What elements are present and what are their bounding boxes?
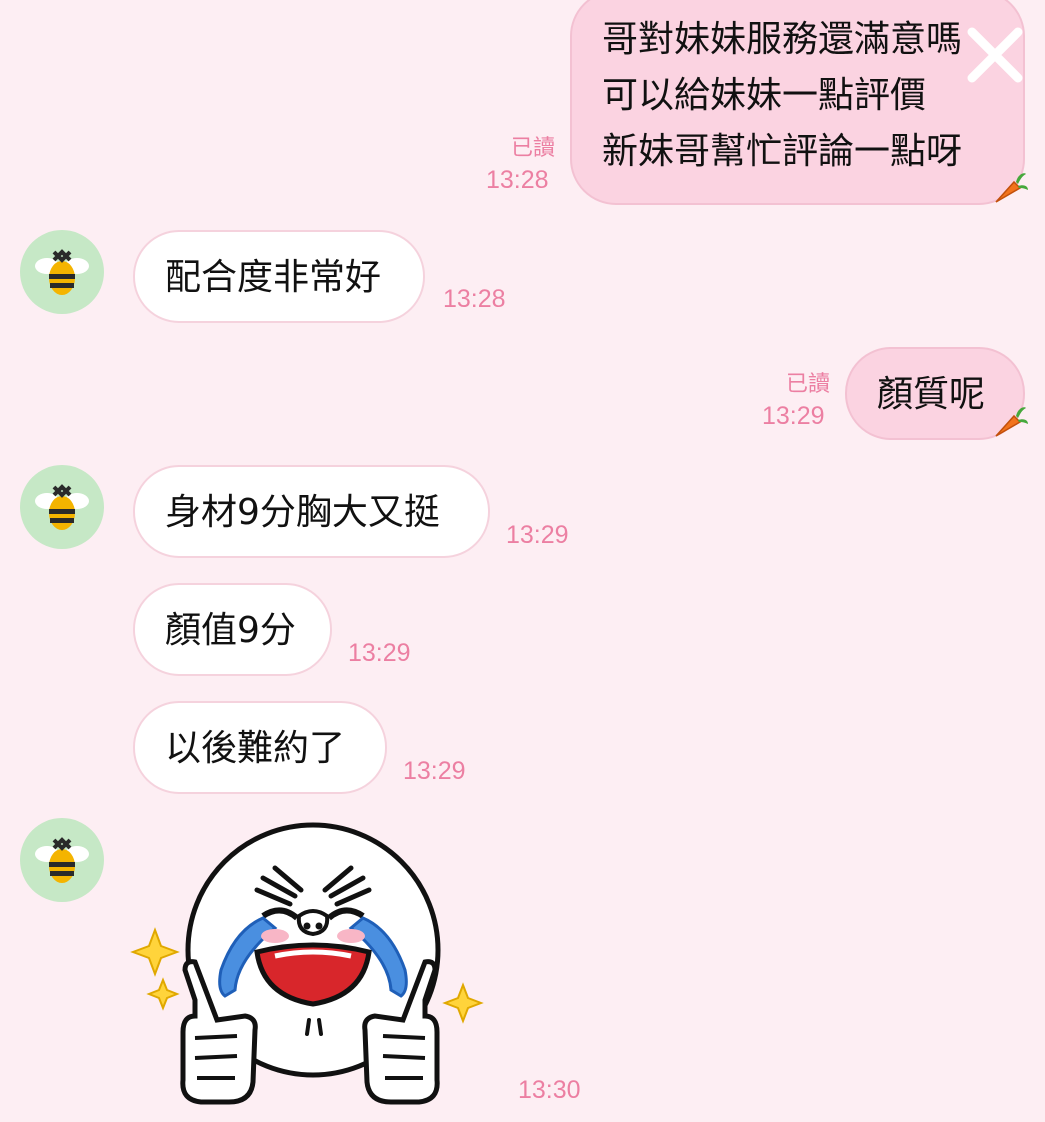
message-timestamp: 13:29 xyxy=(403,757,466,785)
message-line: 可以給妹妹一點評價 xyxy=(602,75,927,116)
message-line: 哥對妹妹服務還滿意嗎 xyxy=(602,19,963,60)
message-line: 新妹哥幫忙評論一點呀 xyxy=(602,131,963,172)
read-receipt: 已讀 xyxy=(510,136,555,161)
message-line: 顏值9分 xyxy=(165,610,296,651)
avatar[interactable] xyxy=(20,818,104,902)
message-timestamp: 13:29 xyxy=(506,521,569,549)
outgoing-message-bubble[interactable]: 哥對妹妹服務還滿意嗎 可以給妹妹一點評價 新妹哥幫忙評論一點呀 xyxy=(570,0,1025,205)
thumbs-up-crying-moon-sticker[interactable] xyxy=(125,820,485,1115)
read-receipt: 已讀 xyxy=(785,372,830,397)
close-icon[interactable] xyxy=(960,20,1030,90)
incoming-message-bubble[interactable]: 身材9分胸大又挺 xyxy=(133,465,490,558)
bee-icon xyxy=(35,837,89,883)
bee-icon xyxy=(35,484,89,530)
carrot-icon xyxy=(995,407,1028,437)
incoming-message-bubble[interactable]: 配合度非常好 xyxy=(133,230,425,323)
message-timestamp: 13:30 xyxy=(518,1076,581,1104)
bee-icon xyxy=(35,249,89,295)
message-timestamp: 13:28 xyxy=(486,166,549,194)
incoming-message-bubble[interactable]: 顏值9分 xyxy=(133,583,332,676)
message-timestamp: 13:29 xyxy=(348,639,411,667)
message-timestamp: 13:28 xyxy=(443,285,506,313)
message-line: 以後難約了 xyxy=(165,728,346,769)
avatar[interactable] xyxy=(20,465,104,549)
message-timestamp: 13:29 xyxy=(762,402,825,430)
carrot-icon xyxy=(995,173,1028,203)
incoming-message-bubble[interactable]: 以後難約了 xyxy=(133,701,387,794)
message-line: 身材9分胸大又挺 xyxy=(165,492,440,533)
avatar[interactable] xyxy=(20,230,104,314)
message-line: 顏質呢 xyxy=(877,374,986,415)
message-line: 配合度非常好 xyxy=(165,257,382,298)
